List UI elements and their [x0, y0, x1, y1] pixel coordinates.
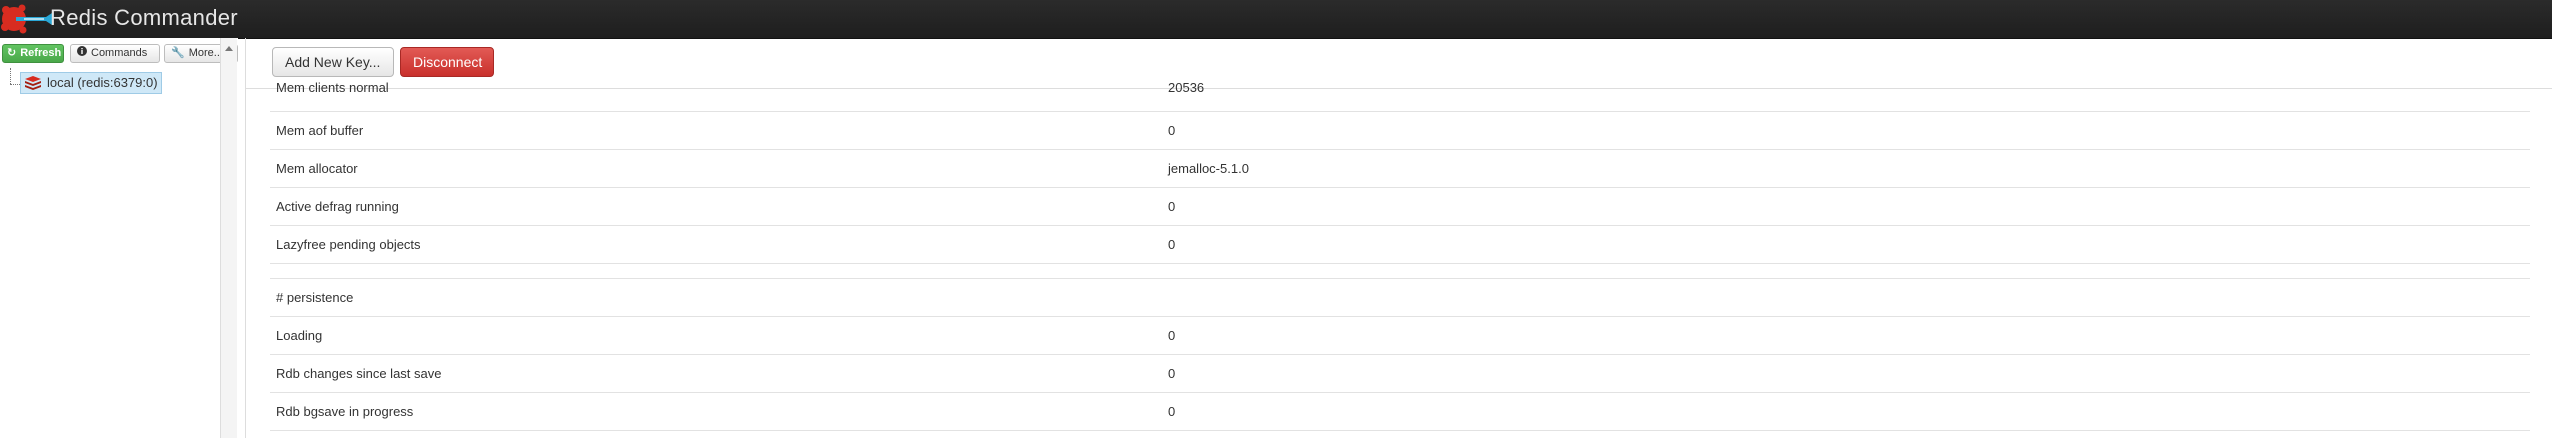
redis-db-icon: [25, 76, 41, 90]
table-row: Mem clients normal 20536: [270, 81, 2530, 112]
add-new-key-button[interactable]: Add New Key...: [272, 47, 394, 77]
table-row: Lazyfree pending objects 0: [270, 226, 2530, 264]
info-value: 0: [1168, 366, 1176, 381]
table-row: Rdb changes since last save 0: [270, 355, 2530, 393]
commands-label: Commands: [91, 47, 148, 59]
info-key: Mem allocator: [276, 161, 358, 176]
tree-node-label: local (redis:6379:0): [47, 75, 158, 90]
server-info-table: Mem clients normal 20536 Mem aof buffer …: [270, 81, 2530, 431]
wrench-icon: 🔧: [171, 47, 185, 59]
info-value: 0: [1168, 237, 1176, 252]
info-key: Mem clients normal: [276, 80, 389, 95]
info-key: Mem aof buffer: [276, 123, 364, 138]
sidebar: ↻ Refresh Commands 🔧 More... local (redis:…: [0, 38, 238, 438]
commands-button[interactable]: Commands: [70, 44, 160, 63]
connection-tree: local (redis:6379:0): [0, 68, 220, 428]
tree-node-local-connection[interactable]: local (redis:6379:0): [20, 72, 162, 94]
info-value: 20536: [1168, 80, 1205, 95]
info-value: 0: [1168, 328, 1176, 343]
refresh-icon: ↻: [7, 47, 17, 59]
table-row: Mem allocator jemalloc-5.1.0: [270, 150, 2530, 188]
info-value: 0: [1168, 404, 1176, 419]
info-key: Loading: [276, 328, 323, 343]
info-key: Lazyfree pending objects: [276, 237, 421, 252]
tree-line: [10, 84, 20, 85]
table-row: Mem aof buffer 0: [270, 112, 2530, 150]
more-label: More...: [188, 47, 223, 59]
section-heading: # persistence: [276, 290, 354, 305]
app-title: Redis Commander: [50, 5, 238, 30]
info-icon: [77, 45, 87, 62]
table-row: [270, 264, 2530, 279]
disconnect-button[interactable]: Disconnect: [400, 47, 494, 77]
info-value: jemalloc-5.1.0: [1168, 161, 1249, 176]
tree-line: [10, 68, 11, 84]
table-row: Active defrag running 0: [270, 188, 2530, 226]
refresh-label: Refresh: [20, 47, 62, 59]
main-panel: Add New Key... Disconnect Mem clients no…: [246, 38, 2552, 438]
table-row: # persistence: [270, 279, 2530, 317]
info-key: Rdb changes since last save: [276, 366, 442, 381]
table-row: Rdb bgsave in progress 0: [270, 393, 2530, 431]
info-key: Rdb bgsave in progress: [276, 404, 414, 419]
table-row: Loading 0: [270, 317, 2530, 355]
scroll-up-arrow-icon[interactable]: [225, 46, 233, 51]
info-value: 0: [1168, 199, 1176, 214]
sidebar-scrollbar[interactable]: [220, 38, 237, 438]
info-key: Active defrag running: [276, 199, 399, 214]
top-navbar: Redis Commander: [0, 0, 2552, 39]
refresh-button[interactable]: ↻ Refresh: [2, 44, 64, 63]
info-value: 0: [1168, 123, 1176, 138]
